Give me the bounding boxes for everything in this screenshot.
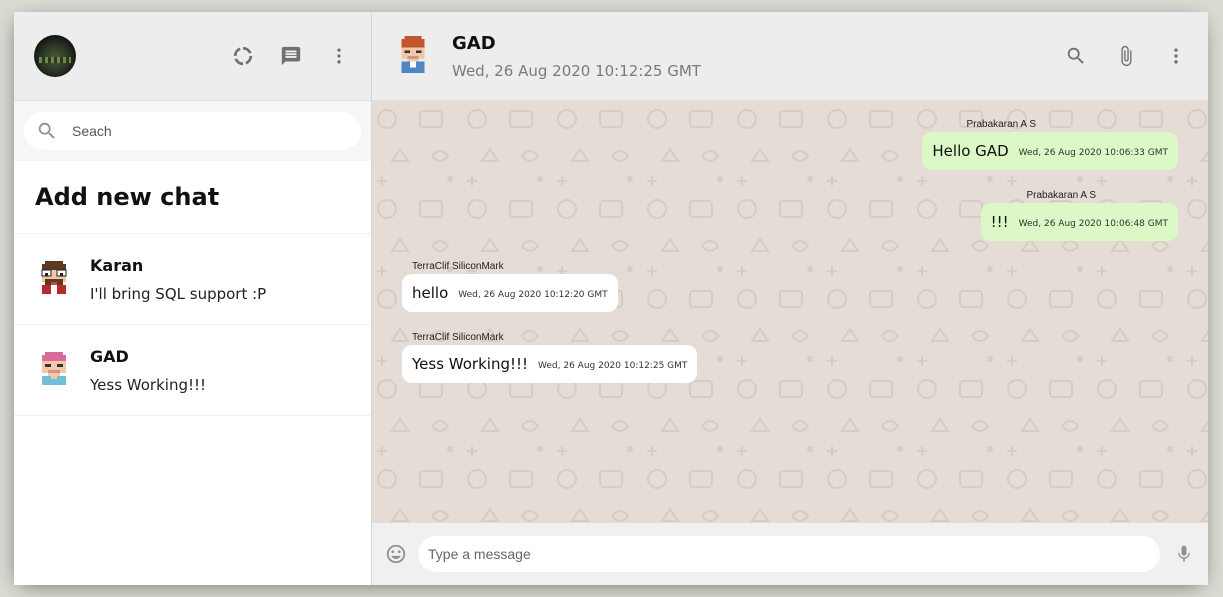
emoji-icon[interactable] [384,542,408,566]
chat-header-icons [1064,44,1188,68]
chat-item-last-message: Yess Working!!! [90,375,207,394]
message-bubble[interactable]: Yess Working!!! Wed, 26 Aug 2020 10:12:2… [402,345,698,383]
message-timestamp: Wed, 26 Aug 2020 10:06:33 GMT [1018,147,1168,158]
more-vert-icon[interactable] [327,44,351,68]
chat-item-karan[interactable]: Karan I'll bring SQL support :P [14,234,371,325]
message-sender: Prabakaran A S [966,119,1037,130]
message-text: hello [412,284,449,302]
chat-footer [372,523,1208,585]
chat-item-info: Karan I'll bring SQL support :P [90,256,266,303]
sidebar-search [14,101,371,161]
gad-pixel-avatar-icon [42,352,66,385]
sidebar-header [14,12,371,101]
more-vert-icon[interactable] [1164,44,1188,68]
message-bubble[interactable]: Hello GAD Wed, 26 Aug 2020 10:06:33 GMT [922,132,1178,170]
chat-item-name: Karan [90,255,144,275]
message-input[interactable] [418,536,1160,572]
user-avatar[interactable] [34,35,76,77]
message-text: Hello GAD [932,142,1009,160]
attach-icon[interactable] [1114,44,1138,68]
chat-panel: GAD Wed, 26 Aug 2020 10:12:25 GMT Prabak… [372,12,1208,585]
chat-item-info: GAD Yess Working!!! [90,347,206,394]
chat-last-seen: Wed, 26 Aug 2020 10:12:25 GMT [452,61,701,80]
chat-item-last-message: I'll bring SQL support :P [90,284,267,303]
message-timestamp: Wed, 26 Aug 2020 10:12:25 GMT [538,360,688,371]
app-window: Add new chat Karan I'll bring SQL suppor… [14,12,1208,585]
status-icon[interactable] [231,44,255,68]
message: TerraClif SiliconMark hello Wed, 26 Aug … [402,261,1178,312]
message: TerraClif SiliconMark Yess Working!!! We… [402,332,1178,383]
message-timestamp: Wed, 26 Aug 2020 10:06:48 GMT [1018,218,1168,229]
chat-contact-name: GAD [452,32,496,54]
karan-pixel-avatar-icon [41,261,67,294]
message-sender: TerraClif SiliconMark [412,332,504,343]
message-timestamp: Wed, 26 Aug 2020 10:12:20 GMT [458,289,608,300]
search-icon [38,122,55,139]
message-text: !!! [990,213,1009,231]
add-new-chat-button[interactable]: Add new chat [14,161,371,234]
chat-messages-area[interactable]: Prabakaran A S Hello GAD Wed, 26 Aug 202… [372,101,1208,523]
message-sender: TerraClif SiliconMark [412,261,504,272]
chat-header: GAD Wed, 26 Aug 2020 10:12:25 GMT [372,12,1208,101]
new-chat-icon[interactable] [279,44,303,68]
sidebar: Add new chat Karan I'll bring SQL suppor… [14,12,372,585]
message: Prabakaran A S Hello GAD Wed, 26 Aug 202… [402,119,1178,170]
chat-header-info: GAD Wed, 26 Aug 2020 10:12:25 GMT [452,33,1064,80]
chat-item-gad[interactable]: GAD Yess Working!!! [14,325,371,416]
message-bubble[interactable]: !!! Wed, 26 Aug 2020 10:06:48 GMT [980,203,1178,241]
search-icon[interactable] [1064,44,1088,68]
message-bubble[interactable]: hello Wed, 26 Aug 2020 10:12:20 GMT [402,274,618,312]
message-text: Yess Working!!! [412,355,529,373]
message-sender: Prabakaran A S [1026,190,1097,201]
message: Prabakaran A S !!! Wed, 26 Aug 2020 10:0… [402,190,1178,241]
sidebar-header-icons [231,44,351,68]
search-input[interactable] [72,123,322,139]
chat-item-name: GAD [90,346,129,366]
search-box [24,112,361,150]
mic-icon[interactable] [1172,542,1196,566]
chat-contact-avatar[interactable] [396,36,430,76]
